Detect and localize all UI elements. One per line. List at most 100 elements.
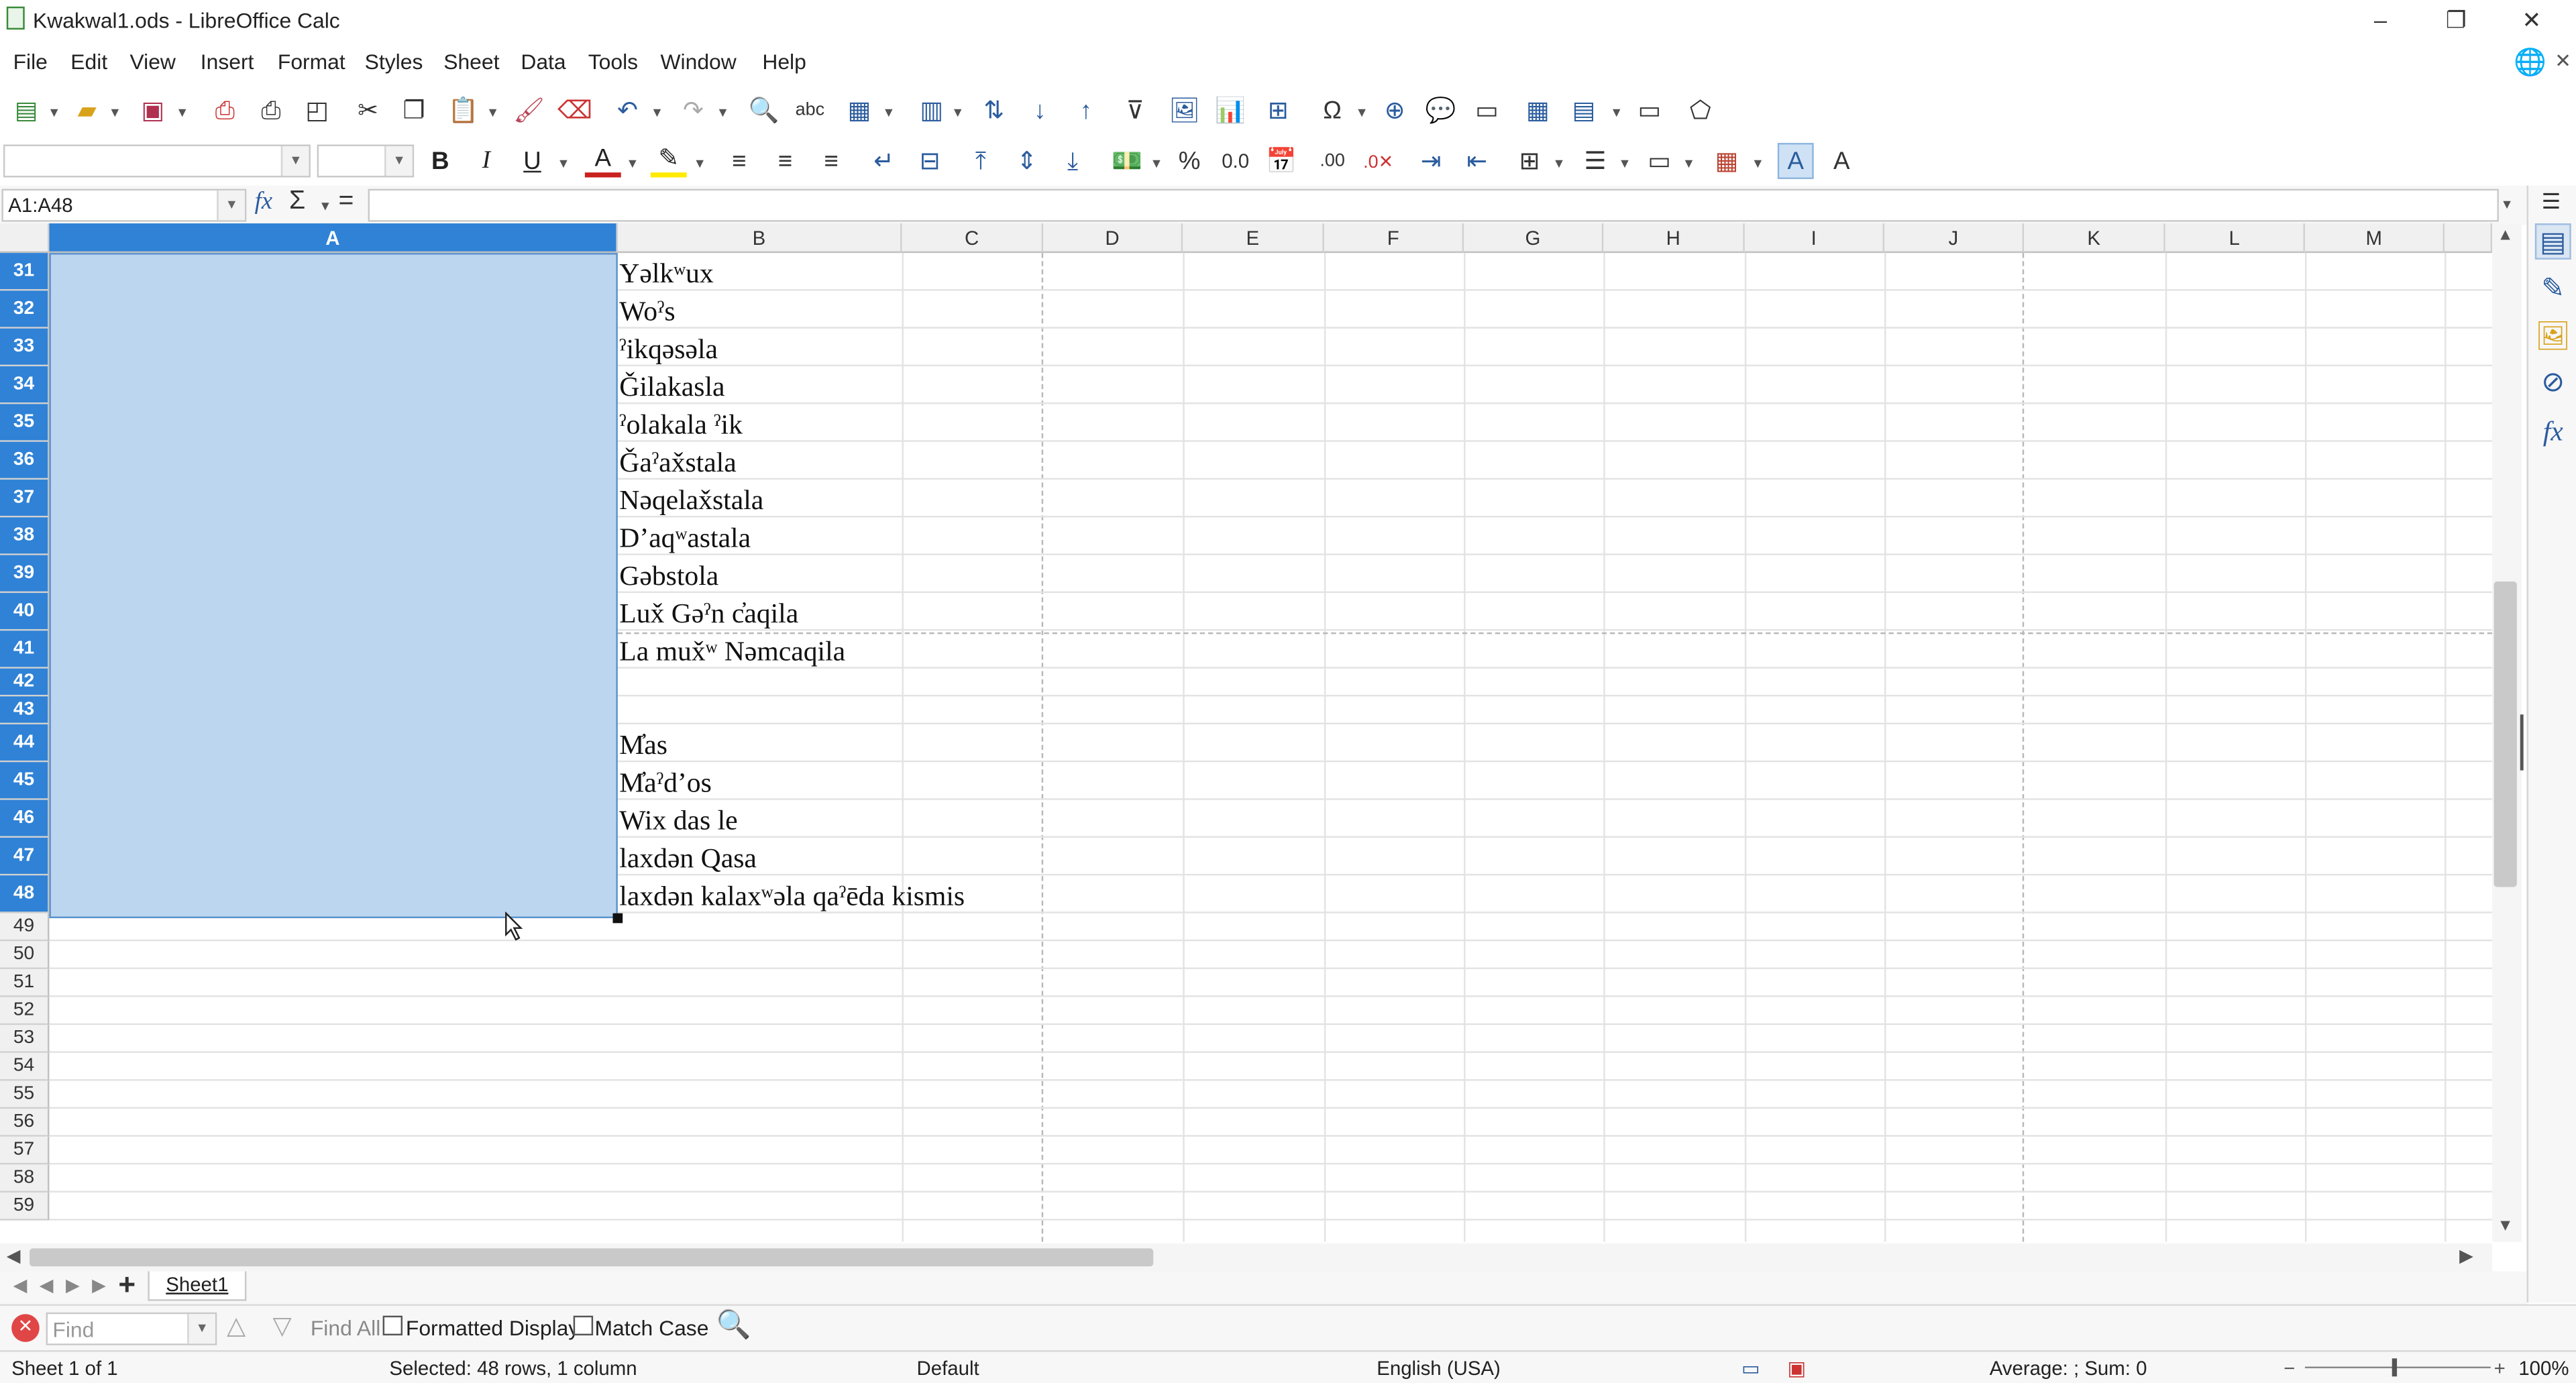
find-input[interactable]: Find ▼ xyxy=(46,1312,217,1345)
chevron-down-icon[interactable]: ▼ xyxy=(1355,105,1368,120)
center-vertically-icon[interactable]: ⇕ xyxy=(1009,143,1045,179)
row-header[interactable]: 52 xyxy=(0,997,50,1026)
vertical-scroll-thumb[interactable] xyxy=(2493,581,2517,887)
increase-indent-icon[interactable]: ⇥ xyxy=(1413,143,1449,179)
chevron-down-icon[interactable]: ▼ xyxy=(1618,156,1631,171)
zoom-in-icon[interactable]: + xyxy=(2494,1357,2506,1380)
scroll-down-icon[interactable]: ▼ xyxy=(2497,1217,2513,1235)
chevron-down-icon[interactable]: ▼ xyxy=(48,105,60,120)
new-document-icon[interactable]: ▤ xyxy=(8,92,44,128)
cell-b[interactable]: Nəqelax̌stala xyxy=(619,483,763,519)
menu-format[interactable]: Format xyxy=(278,49,345,74)
chevron-down-icon[interactable]: ▼ xyxy=(1552,156,1565,171)
menu-styles[interactable]: Styles xyxy=(365,49,423,74)
cell-b[interactable]: laxdən Qasa xyxy=(619,841,757,877)
row-header[interactable]: 35 xyxy=(0,404,50,442)
pivot-table-icon[interactable]: ⊞ xyxy=(1260,92,1296,128)
shrink-to-fit-icon[interactable]: A xyxy=(1823,143,1860,179)
align-top-icon[interactable]: ⤒ xyxy=(963,143,999,179)
find-replace-icon[interactable]: 🔍 xyxy=(746,92,782,128)
chevron-down-icon[interactable]: ▼ xyxy=(626,156,639,171)
column-header-l[interactable]: L xyxy=(2165,223,2305,254)
export-pdf-icon[interactable]: ⎙ xyxy=(207,92,244,128)
row-header[interactable]: 45 xyxy=(0,762,50,800)
bold-icon[interactable]: B xyxy=(422,143,458,179)
row-header[interactable]: 50 xyxy=(0,941,50,969)
row-header[interactable]: 47 xyxy=(0,837,50,876)
column-header-e[interactable]: E xyxy=(1183,223,1324,254)
chevron-down-icon[interactable]: ▼ xyxy=(384,146,413,176)
last-sheet-icon[interactable]: ▶ xyxy=(92,1274,106,1296)
find-previous-icon[interactable]: △ xyxy=(227,1311,246,1341)
border-color-icon[interactable]: ▭ xyxy=(1642,143,1678,179)
row-header[interactable]: 33 xyxy=(0,328,50,367)
row-header[interactable]: 46 xyxy=(0,799,50,838)
chevron-down-icon[interactable]: ▼ xyxy=(557,156,570,171)
date-format-icon[interactable]: 📅 xyxy=(1263,143,1299,179)
print-icon[interactable]: ⎙ xyxy=(253,92,289,128)
cell-b[interactable]: Gəbstola xyxy=(619,559,718,595)
clone-formatting-icon[interactable]: 🖌 xyxy=(511,92,547,128)
align-left-icon[interactable]: ≡ xyxy=(721,143,757,179)
cell-b[interactable]: M̓aˀdʼos xyxy=(619,765,712,801)
column-header-g[interactable]: G xyxy=(1464,223,1604,254)
column-header-c[interactable]: C xyxy=(902,223,1044,254)
sort-ascending-icon[interactable]: ↓ xyxy=(1022,92,1058,128)
column-header-k[interactable]: K xyxy=(2024,223,2165,254)
cell-b[interactable]: Wix das le xyxy=(619,804,737,840)
chevron-down-icon[interactable]: ▼ xyxy=(109,105,121,120)
cell-b[interactable]: La mux̌ʷ Nəmcaqila xyxy=(619,634,845,670)
comment-icon[interactable]: 💬 xyxy=(1423,92,1459,128)
clear-formatting-icon[interactable]: ⌫ xyxy=(557,92,593,128)
previous-sheet-icon[interactable]: ◀ xyxy=(40,1274,54,1296)
cell-b[interactable]: Lux̌ Gəˀn c̓aqila xyxy=(619,596,798,632)
cell-b[interactable]: Woˀs xyxy=(619,294,675,330)
row-icon[interactable]: ▦ xyxy=(841,92,877,128)
column-header-d[interactable]: D xyxy=(1043,223,1183,254)
row-header[interactable]: 58 xyxy=(0,1164,50,1193)
insert-chart-icon[interactable]: 📊 xyxy=(1212,92,1248,128)
close-button[interactable]: ✕ xyxy=(2494,0,2570,43)
copy-icon[interactable]: ❐ xyxy=(396,92,432,128)
row-header[interactable]: 44 xyxy=(0,724,50,763)
special-character-icon[interactable]: Ω xyxy=(1314,92,1350,128)
next-sheet-icon[interactable]: ▶ xyxy=(66,1274,80,1296)
chevron-down-icon[interactable]: ▼ xyxy=(1752,156,1764,171)
redo-icon[interactable]: ↷ xyxy=(676,92,712,128)
zoom-slider-thumb[interactable] xyxy=(2392,1358,2398,1377)
fill-handle[interactable] xyxy=(612,913,623,924)
sort-descending-icon[interactable]: ↑ xyxy=(1068,92,1104,128)
row-header[interactable]: 37 xyxy=(0,480,50,518)
zoom-level[interactable]: 100% xyxy=(2518,1357,2569,1380)
delete-decimal-icon[interactable]: .0✕ xyxy=(1360,143,1397,179)
functions-icon[interactable]: fx xyxy=(2535,414,2571,450)
chevron-down-icon[interactable]: ▼ xyxy=(280,146,309,176)
cell-b[interactable]: laxdən kalaxʷəla qaˀēda kismis xyxy=(619,879,965,915)
highlight-color-icon[interactable]: ✎ xyxy=(650,143,687,178)
menu-insert[interactable]: Insert xyxy=(201,49,254,74)
styles-icon[interactable]: ✎ xyxy=(2535,271,2571,307)
insert-image-icon[interactable]: 🖼 xyxy=(1167,92,1203,128)
sheet-tab-sheet1[interactable]: Sheet1 xyxy=(148,1271,247,1301)
zoom-out-icon[interactable]: − xyxy=(2284,1357,2295,1380)
chevron-down-icon[interactable]: ▼ xyxy=(319,199,331,213)
add-decimal-icon[interactable]: .00 xyxy=(1314,143,1350,179)
menu-tools[interactable]: Tools xyxy=(588,49,638,74)
row-header[interactable]: 54 xyxy=(0,1052,50,1081)
summary-status[interactable]: Average: ; Sum: 0 xyxy=(1990,1357,2147,1380)
decrease-indent-icon[interactable]: ⇤ xyxy=(1459,143,1495,179)
cell-b[interactable]: Ǧaˀax̌stala xyxy=(619,445,736,482)
find-replace-dialog-icon[interactable]: 🔍 xyxy=(716,1309,751,1342)
border-style-icon[interactable]: ☰ xyxy=(1577,143,1613,179)
chevron-down-icon[interactable]: ▼ xyxy=(486,105,499,120)
horizontal-scroll-thumb[interactable] xyxy=(30,1248,1154,1267)
chevron-down-icon[interactable]: ▼ xyxy=(176,105,189,120)
align-right-icon[interactable]: ≡ xyxy=(813,143,849,179)
save-icon[interactable]: ▣ xyxy=(135,92,171,128)
row-header[interactable]: 43 xyxy=(0,696,50,725)
scroll-up-icon[interactable]: ▲ xyxy=(2497,227,2513,245)
font-color-icon[interactable]: A xyxy=(584,143,621,178)
first-sheet-icon[interactable]: ◀ xyxy=(13,1274,28,1296)
cell-selection-range[interactable] xyxy=(49,253,618,918)
row-header[interactable]: 48 xyxy=(0,875,50,914)
